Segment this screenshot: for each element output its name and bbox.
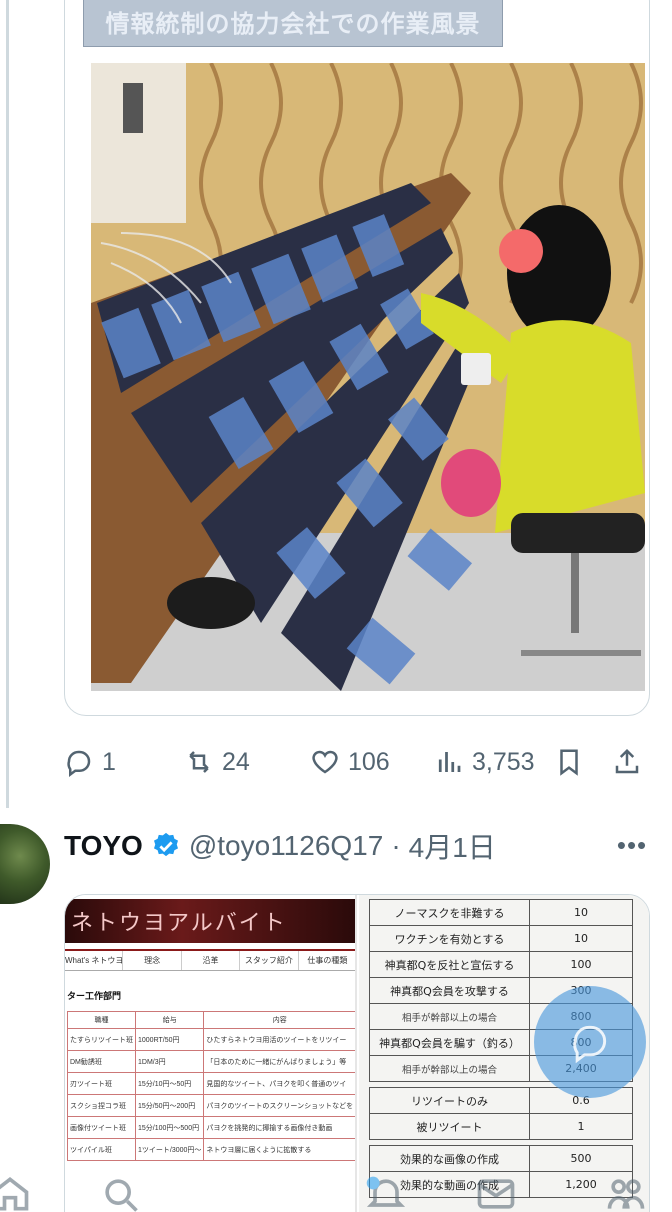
heart-icon xyxy=(312,750,338,774)
views-button[interactable]: 3,753 xyxy=(434,740,535,784)
price-label: 相手が幹部以上の場合 xyxy=(369,1003,530,1030)
price-label: ワクチンを有効とする xyxy=(369,925,530,952)
like-button[interactable]: 106 xyxy=(310,740,390,784)
share-button[interactable] xyxy=(612,740,642,784)
price-label: 神真都Q会員を騙す（釣る） xyxy=(369,1029,530,1056)
reply-count: 1 xyxy=(102,747,116,776)
verified-badge-icon xyxy=(153,832,178,857)
table-cell: 見国的なツイート、パヨクを叩く普通のツイ xyxy=(203,1072,355,1095)
notifications-icon[interactable] xyxy=(364,1172,408,1212)
doc-nav-item: スタッフ紹介 xyxy=(240,951,299,970)
table-cell: 15分/100円〜500円 xyxy=(134,1116,205,1139)
bookmark-icon xyxy=(560,749,578,776)
table-cell: スクショ捏コラ班 xyxy=(67,1094,136,1117)
table-cell: 15分/10円〜50円 xyxy=(134,1072,205,1095)
more-options-button[interactable]: ••• xyxy=(612,830,652,864)
like-count: 106 xyxy=(348,747,390,776)
retweet-button[interactable]: 24 xyxy=(184,740,250,784)
table-cell: パヨクのツイートのスクリーンショットなどを xyxy=(203,1094,355,1117)
doc-nav-item: What's ネトウヨバイト xyxy=(65,951,124,970)
table-cell: 1ツイート/3000円〜 xyxy=(134,1138,205,1161)
share-icon xyxy=(615,748,639,774)
tweet-action-bar: 1 24 106 3,753 xyxy=(64,740,654,784)
reply-button[interactable]: 1 xyxy=(64,740,116,784)
doc-nav-item: 沿革 xyxy=(182,951,241,970)
price-value: 100 xyxy=(529,951,633,978)
price-value: 1 xyxy=(529,1113,633,1140)
table-row: DM勧誘班 1DM/3円 「日本のために一緒にがんばりましょう」等 xyxy=(67,1050,355,1073)
table-cell: DM勧誘班 xyxy=(67,1050,136,1073)
table-row: ツイパイル班 1ツイート/3000円〜 ネトウヨ層に届くように拡散する xyxy=(67,1138,355,1161)
reply-bubble-icon xyxy=(573,1025,607,1064)
price-label: 相手が幹部以上の場合 xyxy=(369,1055,530,1082)
table-row: 画像付ツイート班 15分/100円〜500円 パヨクを挑発的に揶揄する画像付き動… xyxy=(67,1116,355,1139)
doc-nav-item: 仕事の種類 xyxy=(299,951,355,970)
table-cell: たすらリツイート班 xyxy=(67,1028,136,1051)
table-cell: 15分/50円〜200円 xyxy=(134,1094,205,1117)
table-cell: 画像付ツイート班 xyxy=(67,1116,136,1139)
table-header: 給与 xyxy=(134,1011,205,1029)
messages-icon[interactable] xyxy=(474,1172,518,1212)
table-cell: ネトウヨ層に届くように拡散する xyxy=(203,1138,355,1161)
retweet-count: 24 xyxy=(222,747,250,776)
price-label: 神真都Qを反社と宣伝する xyxy=(369,951,530,978)
avatar[interactable] xyxy=(0,824,50,904)
doc-section-title: ター工作部門 xyxy=(67,991,122,1001)
communities-icon[interactable] xyxy=(604,1172,648,1212)
price-label: ノーマスクを非難する xyxy=(369,899,530,926)
price-row: 神真都Qを反社と宣伝する 100 xyxy=(369,951,633,978)
table-cell: パヨクを挑発的に揶揄する画像付き動画 xyxy=(203,1116,355,1139)
job-table: 職種 給与 内容 たすらリツイート班 1000RT/50円 ひたすらネトウヨ用活… xyxy=(67,1011,355,1161)
separator-dot: · xyxy=(391,830,401,861)
table-row: たすらリツイート班 1000RT/50円 ひたすらネトウヨ用活のツイートをリツイ… xyxy=(67,1028,355,1051)
bottom-navigation-bar xyxy=(0,1160,672,1212)
price-row: ノーマスクを非難する 10 xyxy=(369,899,633,926)
image-caption-banner: 情報統制の協力会社での作業風景 xyxy=(83,0,503,47)
tweet-date[interactable]: 4月1日 xyxy=(409,826,496,866)
price-label: 被リツイート xyxy=(369,1113,530,1140)
price-row: ワクチンを有効とする 10 xyxy=(369,925,633,952)
doc-nav-item: 理念 xyxy=(123,951,182,970)
table-header: 内容 xyxy=(203,1011,355,1029)
home-icon[interactable] xyxy=(0,1172,32,1212)
user-handle[interactable]: @toyo1126Q17 xyxy=(189,830,383,862)
price-label: 神真都Q会員を攻撃する xyxy=(369,977,530,1004)
bookmark-button[interactable] xyxy=(554,740,584,784)
table-cell: 1DM/3円 xyxy=(134,1050,205,1073)
thread-connector-line xyxy=(6,0,9,808)
doc-banner: ネトウヨアルバイト xyxy=(65,899,355,943)
reply-icon xyxy=(67,750,91,777)
tweet-media-photo[interactable]: 情報統制の協力会社での作業風景 xyxy=(64,0,650,716)
table-row: 刃ツイート班 15分/10円〜50円 見国的なツイート、パヨクを叩く普通のツイ xyxy=(67,1072,355,1095)
table-header: 職種 xyxy=(67,1011,136,1029)
table-cell: ツイパイル班 xyxy=(67,1138,136,1161)
search-icon[interactable] xyxy=(98,1172,142,1212)
doc-nav: What's ネトウヨバイト 理念 沿革 スタッフ紹介 仕事の種類 xyxy=(65,949,355,971)
phone-farm-photo xyxy=(91,63,645,691)
tweet-author-row: TOYO @toyo1126Q17 · 4月1日 xyxy=(64,826,496,866)
table-cell: 「日本のために一緒にがんばりましょう」等 xyxy=(203,1050,355,1073)
price-value: 10 xyxy=(529,899,633,926)
retweet-icon xyxy=(189,751,209,773)
table-cell: ひたすらネトウヨ用活のツイートをリツイー xyxy=(203,1028,355,1051)
price-value: 10 xyxy=(529,925,633,952)
analytics-icon xyxy=(438,752,461,772)
display-name[interactable]: TOYO xyxy=(64,830,143,862)
table-row: スクショ捏コラ班 15分/50円〜200円 パヨクのツイートのスクリーンショット… xyxy=(67,1094,355,1117)
view-count: 3,753 xyxy=(472,747,535,776)
compose-touch-indicator[interactable] xyxy=(534,986,646,1098)
price-row: 被リツイート 1 xyxy=(369,1113,633,1140)
table-cell: 1000RT/50円 xyxy=(134,1028,205,1051)
price-label: リツイートのみ xyxy=(369,1087,530,1114)
table-cell: 刃ツイート班 xyxy=(67,1072,136,1095)
